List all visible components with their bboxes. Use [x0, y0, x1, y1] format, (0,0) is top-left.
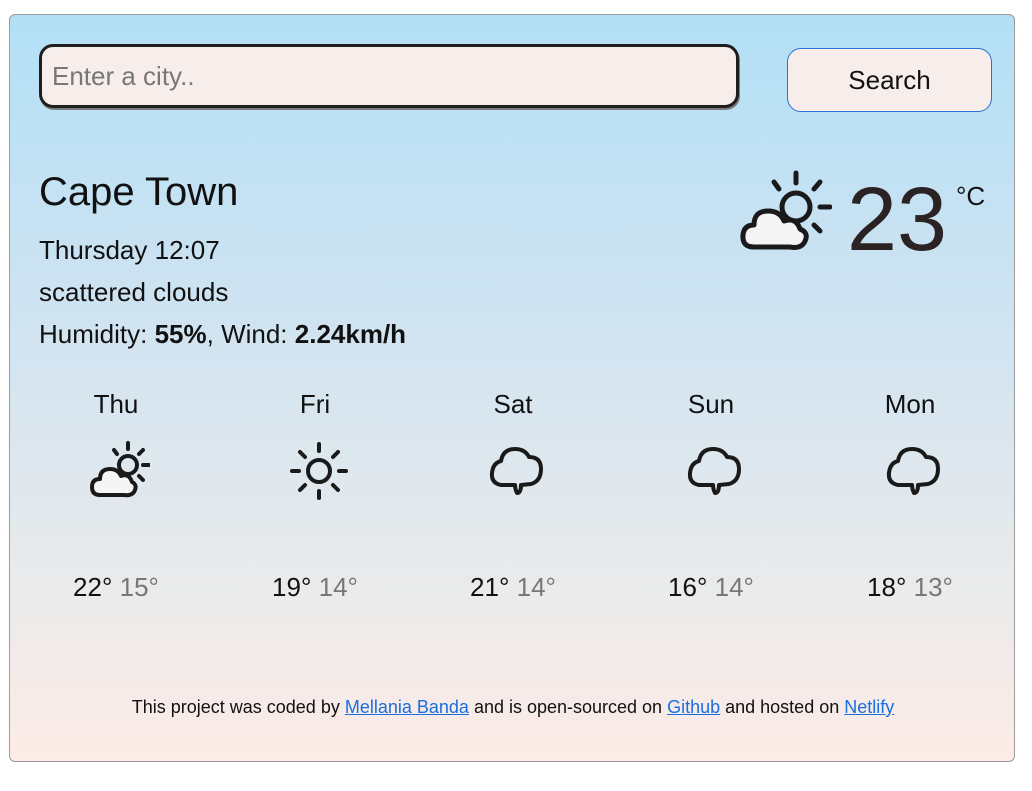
- forecast-day-name: Thu: [93, 389, 139, 419]
- weather-card: Search Cape Town Thursday 12:07 scattere…: [9, 14, 1015, 762]
- current-temperature: 23: [847, 170, 948, 270]
- humidity-value: 55%: [154, 319, 207, 349]
- forecast-day-name: Mon: [884, 389, 936, 419]
- forecast-min-temp: 13°: [913, 572, 953, 602]
- forecast-min-temp: 14°: [318, 572, 358, 602]
- forecast-max-temp: 22°: [73, 572, 113, 602]
- forecast-temps: 21° 14°: [453, 572, 573, 603]
- forecast-day-name: Sat: [493, 389, 533, 419]
- cloud-icon: [886, 447, 940, 495]
- forecast-day: Fri 19° 14°: [255, 387, 375, 602]
- humidity-wind: Humidity: 55%, Wind: 2.24km/h: [39, 319, 406, 350]
- forecast-day: Mon 18° 13°: [850, 387, 970, 602]
- forecast-day-name: Sun: [687, 389, 735, 419]
- forecast-max-temp: 16°: [668, 572, 708, 602]
- forecast-min-temp: 14°: [516, 572, 556, 602]
- forecast-min-temp: 15°: [119, 572, 159, 602]
- forecast-day: Sat 21° 14°: [453, 387, 573, 602]
- humidity-label: Humidity:: [39, 319, 155, 349]
- forecast-max-temp: 21°: [470, 572, 510, 602]
- cloud-icon: [687, 447, 741, 495]
- forecast-max-temp: 19°: [272, 572, 312, 602]
- cloud-icon: [489, 447, 543, 495]
- wind-value: 2.24km/h: [294, 319, 407, 349]
- temperature-unit[interactable]: °C: [956, 181, 985, 212]
- sun-behind-cloud-icon: [90, 441, 150, 498]
- date-time: Thursday 12:07: [39, 235, 220, 265]
- footer-text: This project was coded by: [131, 697, 345, 717]
- forecast-temps: 18° 13°: [850, 572, 970, 603]
- forecast-temps: 19° 14°: [255, 572, 375, 603]
- forecast-temps: 22° 15°: [56, 572, 176, 603]
- forecast-day-name: Fri: [299, 389, 331, 419]
- forecast-max-temp: 18°: [867, 572, 907, 602]
- github-link[interactable]: Github: [667, 697, 720, 717]
- forecast-min-temp: 14°: [714, 572, 754, 602]
- forecast-day: Thu 22° 15°: [56, 387, 176, 602]
- city-name: Cape Town: [39, 170, 239, 214]
- wind-label: , Wind:: [206, 319, 295, 349]
- footer: This project was coded by Mellania Banda…: [10, 697, 1016, 718]
- forecast-temps: 16° 14°: [651, 572, 771, 603]
- footer-text: and hosted on: [720, 697, 845, 717]
- author-link[interactable]: Mellania Banda: [345, 697, 469, 717]
- city-search-input[interactable]: [39, 44, 739, 108]
- weather-description: scattered clouds: [39, 277, 229, 307]
- search-button[interactable]: Search: [787, 48, 992, 112]
- forecast-day: Sun 16° 14°: [651, 387, 771, 602]
- sun-icon: [290, 442, 348, 500]
- sun-behind-cloud-icon: [740, 170, 832, 250]
- footer-text: and is open-sourced on: [468, 697, 668, 717]
- forecast: Thu 22° 15° Fri 19° 14° Sat 21° 14° Sun …: [10, 387, 1016, 617]
- netlify-link[interactable]: Netlify: [844, 697, 894, 717]
